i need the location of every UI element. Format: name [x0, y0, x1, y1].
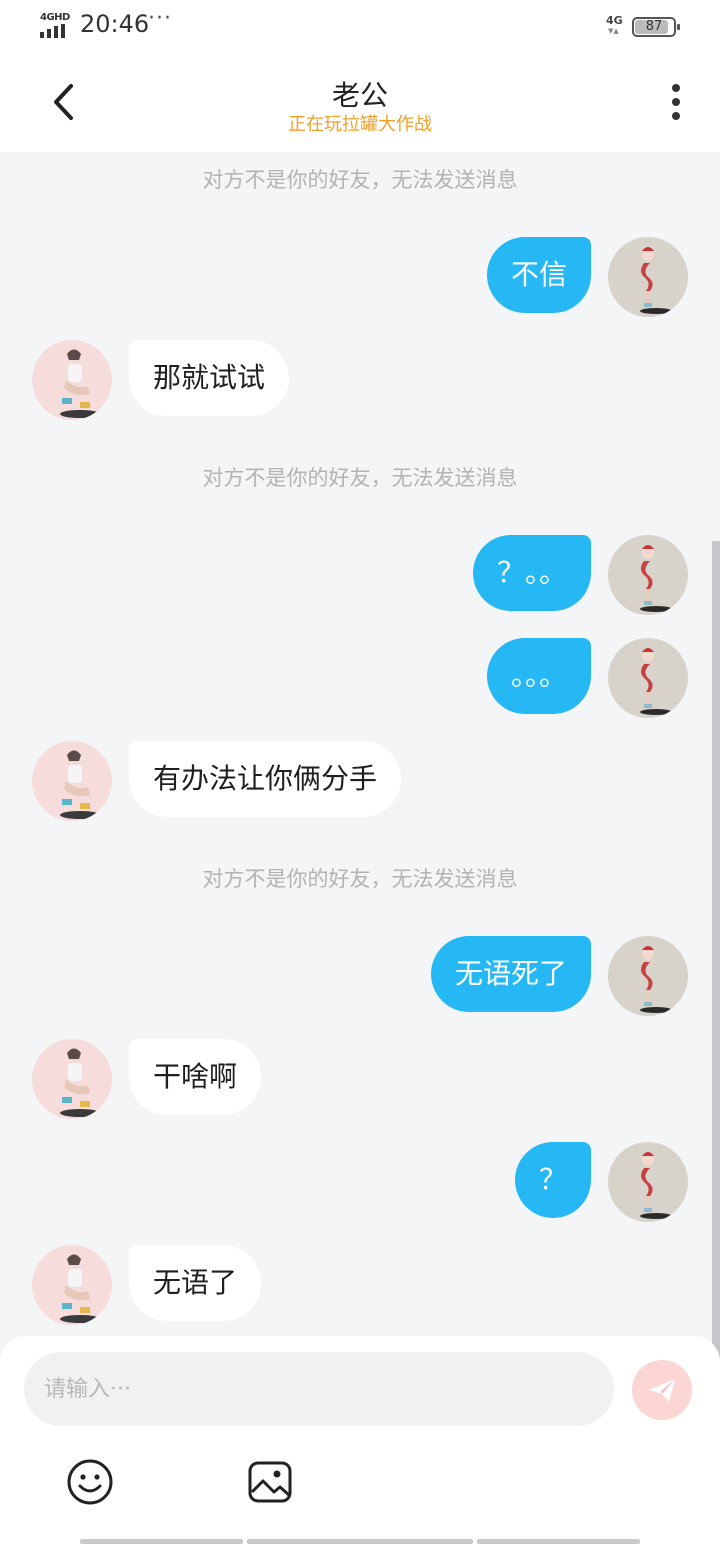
battery-level: 87 [645, 19, 663, 34]
avatar-figure-icon [640, 545, 672, 612]
nav-indicator [477, 1539, 640, 1544]
my-message-bubble[interactable]: ？ [514, 1142, 591, 1218]
system-notice: 对方不是你的好友，无法发送消息 [202, 168, 518, 192]
contact-status: 正在玩拉罐大作战 [288, 114, 432, 135]
avatar-figure-icon [640, 1152, 672, 1219]
my-avatar[interactable] [608, 936, 688, 1016]
message-input[interactable] [24, 1352, 614, 1426]
image-button[interactable] [246, 1458, 294, 1506]
my-message-bubble[interactable]: 。。。 [486, 638, 591, 714]
mobile-data-label: 4G [606, 14, 623, 27]
my-avatar[interactable] [608, 638, 688, 718]
chat-header: 老公 正在玩拉罐大作战 [0, 52, 720, 152]
peer-message-bubble[interactable]: 那就试试 [129, 340, 290, 416]
message-list[interactable]: 对方不是你的好友，无法发送消息 不信 那就试试 对方不是你的好友，无法发送消息 [0, 152, 720, 1487]
peer-message-bubble[interactable]: 干啥啊 [129, 1039, 262, 1115]
my-message-bubble[interactable]: ？。。 [472, 535, 591, 611]
peer-avatar[interactable] [32, 340, 112, 420]
my-avatar[interactable] [608, 535, 688, 615]
system-notice: 对方不是你的好友，无法发送消息 [202, 867, 518, 891]
network-type: 4GHD [40, 12, 70, 23]
my-avatar[interactable] [608, 237, 688, 317]
emoji-button[interactable] [66, 1458, 114, 1506]
clock: 20:46 [80, 10, 150, 38]
avatar-figure-icon [640, 946, 672, 1013]
avatar-figure-icon [60, 750, 100, 819]
more-options-button[interactable] [664, 84, 688, 124]
paper-plane-icon [649, 1379, 675, 1402]
image-icon [248, 1461, 292, 1503]
my-avatar[interactable] [608, 1142, 688, 1222]
message-composer [0, 1336, 720, 1544]
peer-message-bubble[interactable]: 有办法让你俩分手 [129, 741, 402, 817]
avatar-figure-icon [60, 1048, 100, 1117]
avatar-figure-icon [60, 1254, 100, 1323]
avatar-figure-icon [640, 247, 672, 314]
nav-indicator [80, 1539, 243, 1544]
peer-avatar[interactable] [32, 741, 112, 821]
signal-strength-icon: 4GHD [40, 12, 72, 40]
contact-name: 老公 [331, 79, 388, 112]
nav-indicator [247, 1539, 473, 1544]
peer-avatar[interactable] [32, 1245, 112, 1325]
avatar-figure-icon [60, 349, 100, 418]
battery-icon: 87 [632, 17, 680, 37]
system-notice: 对方不是你的好友，无法发送消息 [202, 466, 518, 490]
peer-avatar[interactable] [32, 1039, 112, 1119]
peer-message-bubble[interactable]: 无语了 [129, 1245, 262, 1321]
send-button[interactable] [632, 1360, 692, 1420]
my-message-bubble[interactable]: 无语死了 [430, 936, 591, 1012]
avatar-figure-icon [640, 648, 672, 715]
my-message-bubble[interactable]: 不信 [486, 237, 591, 313]
smiley-icon [67, 1459, 113, 1505]
mobile-data-icon: 4G ▼▲ [606, 14, 623, 35]
notification-more-icon: ··· [148, 6, 172, 31]
data-activity-icon: ▼▲ [608, 27, 619, 35]
status-bar: 4GHD 20:46 ··· 4G ▼▲ 87 [0, 0, 720, 52]
more-vertical-icon [664, 84, 688, 120]
